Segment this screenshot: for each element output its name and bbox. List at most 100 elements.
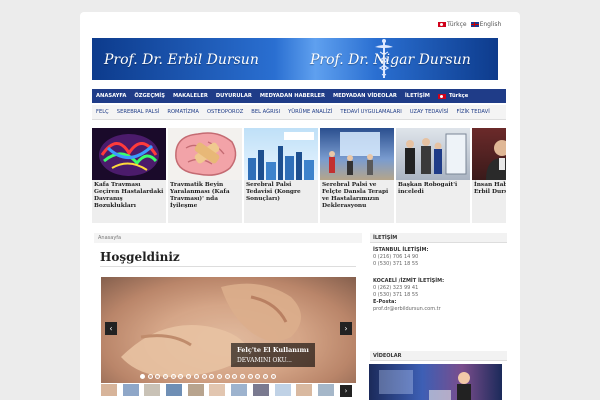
nav-item-home[interactable]: ANASAYFA	[92, 93, 130, 99]
image-slider[interactable]: ‹ › Felç'te El Kullanımı DEVAMINI OKU...	[101, 277, 356, 383]
slider-dot[interactable]	[170, 374, 176, 379]
slider-dot[interactable]	[147, 374, 153, 379]
contact-body: İSTANBUL İLETİŞİM: 0 (216) 706 14 90 0 (…	[370, 243, 507, 317]
slider-dot[interactable]	[201, 374, 207, 379]
site-banner[interactable]: Prof. Dr. Erbil Dursun Prof. Dr. Nigar D…	[92, 38, 498, 80]
slider-thumbnail-strip	[101, 384, 356, 398]
slider-dot[interactable]	[193, 374, 199, 379]
slider-dot[interactable]	[239, 374, 245, 379]
slider-dot[interactable]	[140, 374, 145, 379]
nav-item-cv[interactable]: ÖZGEÇMİŞ	[130, 93, 169, 99]
featured-item[interactable]: Travmatik Beyin Yaralanması (Kafa Travma…	[168, 128, 242, 223]
slider-dot[interactable]	[209, 374, 215, 379]
slider-dot[interactable]	[216, 374, 222, 379]
featured-item[interactable]: Serebral Palsi ve Felçte Dansla Terapi v…	[320, 128, 394, 223]
email-label: E-Posta:	[373, 299, 397, 305]
nav-language-label: Türkçe	[448, 93, 469, 99]
nav-item-media-videos[interactable]: MEDYADAN VİDEOLAR	[329, 93, 401, 99]
subnav-item[interactable]: SEREBRAL PALSİ	[113, 109, 164, 115]
email-link[interactable]: prof.dr@erbildursun.com.tr	[373, 306, 504, 313]
phone-number[interactable]: 0 (530) 371 18 55	[373, 292, 504, 299]
featured-caption: Kafa Travması Geçiren Hastalardaki Davra…	[94, 182, 164, 209]
video-player[interactable]	[369, 364, 502, 400]
featured-caption: Serebral Palsi ve Felçte Dansla Terapi v…	[322, 182, 389, 209]
slider-dot[interactable]	[270, 374, 276, 379]
read-more-link[interactable]: DEVAMINI OKU...	[237, 357, 309, 364]
slider-dots	[140, 374, 276, 379]
uk-flag-icon	[470, 22, 479, 27]
featured-item[interactable]: Başkan Robogait'i inceledi	[396, 128, 470, 223]
chevron-left-icon[interactable]: ‹	[105, 322, 117, 335]
language-switcher: Türkçe English	[438, 21, 501, 28]
slider-dot[interactable]	[186, 374, 192, 379]
featured-caption: İnsan Haber'de Dr. Erbil Dursun Söyleşi	[474, 182, 506, 195]
slider-dot[interactable]	[163, 374, 169, 379]
dance-therapy-image	[320, 128, 394, 180]
slider-dot[interactable]	[224, 374, 230, 379]
slider-dot[interactable]	[155, 374, 161, 379]
slide-thumbnail[interactable]	[101, 384, 117, 396]
chevron-right-icon[interactable]: ›	[340, 322, 352, 335]
nav-item-media-news[interactable]: MEDYADAN HABERLER	[256, 93, 329, 99]
slide-caption[interactable]: Felç'te El Kullanımı DEVAMINI OKU...	[231, 343, 315, 367]
sub-nav: FELÇ SEREBRAL PALSİ ROMATİZMA OSTEOPOROZ…	[92, 105, 506, 120]
featured-caption: Serebral Palsi Tedavisi (Kongre Sonuçlar…	[246, 182, 301, 202]
slide-thumbnail[interactable]	[274, 384, 291, 396]
featured-item[interactable]: İnsan Haber'de Dr. Erbil Dursun Söyleşi	[472, 128, 506, 223]
phone-number[interactable]: 0 (216) 706 14 90	[373, 254, 504, 261]
featured-caption: Başkan Robogait'i inceledi	[398, 182, 458, 195]
chevron-right-icon[interactable]: ›	[340, 385, 352, 397]
subnav-item[interactable]: TEDAVİ UYGULAMALARI	[336, 109, 405, 115]
page-title: Hoşgeldiniz	[100, 250, 180, 264]
slide-thumbnail[interactable]	[231, 384, 248, 396]
videos-widget: VİDEOLAR	[370, 351, 507, 363]
slide-thumbnail[interactable]	[296, 384, 313, 396]
slide-thumbnail[interactable]	[144, 384, 161, 396]
slider-dot[interactable]	[178, 374, 184, 379]
subnav-item[interactable]: ROMATİZMA	[163, 109, 203, 115]
featured-item[interactable]: Serebral Palsi Tedavisi (Kongre Sonuçlar…	[244, 128, 318, 223]
istanbul-label: İSTANBUL İLETİŞİM:	[373, 247, 429, 253]
breadcrumb[interactable]: Anasayfa	[94, 233, 362, 243]
nav-item-language[interactable]: Türkçe	[434, 93, 472, 99]
videos-heading: VİDEOLAR	[370, 351, 507, 361]
video-thumbnail-image	[379, 370, 471, 400]
contact-widget: İLETİŞİM İSTANBUL İLETİŞİM: 0 (216) 706 …	[370, 233, 507, 341]
subnav-item[interactable]: OSTEOPOROZ	[203, 109, 247, 115]
congress-city-image	[244, 128, 318, 180]
bandaged-brain-image	[168, 128, 242, 180]
lang-english[interactable]: English	[470, 21, 501, 28]
title-divider	[100, 266, 356, 267]
slide-thumbnail[interactable]	[209, 384, 226, 396]
subnav-item[interactable]: BEL AĞRISI	[247, 109, 284, 115]
slide-thumbnail[interactable]	[252, 384, 269, 396]
featured-item[interactable]: Kafa Travması Geçiren Hastalardaki Davra…	[92, 128, 166, 223]
kocaeli-label: KOCAELİ /İZMİT İLETİŞİM:	[373, 278, 445, 284]
slider-dot[interactable]	[232, 374, 238, 379]
slider-dot[interactable]	[255, 374, 261, 379]
slide-thumbnail[interactable]	[122, 384, 139, 396]
nav-item-contact[interactable]: İLETİŞİM	[401, 93, 434, 99]
brain-fiber-image	[92, 128, 166, 180]
breadcrumb-home[interactable]: Anasayfa	[98, 235, 121, 241]
slider-dot[interactable]	[247, 374, 253, 379]
slide-thumbnail[interactable]	[317, 384, 334, 396]
subnav-item[interactable]: FİZİK TEDAVİ	[452, 109, 493, 115]
lang-turkish[interactable]: Türkçe	[438, 21, 467, 28]
subnav-item[interactable]: UZAY TEDAVİSİ	[406, 109, 453, 115]
slide-thumbnail[interactable]	[187, 384, 204, 396]
contact-heading: İLETİŞİM	[370, 233, 507, 243]
nav-item-articles[interactable]: MAKALELER	[169, 93, 212, 99]
phone-number[interactable]: 0 (262) 323 99 41	[373, 285, 504, 292]
slide-thumbnail[interactable]	[166, 384, 183, 396]
phone-number[interactable]: 0 (530) 371 18 55	[373, 261, 504, 268]
robogait-image	[396, 128, 470, 180]
banner-name-right: Prof. Dr. Nigar Dursun	[310, 52, 471, 68]
subnav-item[interactable]: FELÇ	[92, 109, 113, 115]
main-nav: ANASAYFA ÖZGEÇMİŞ MAKALELER DUYURULAR ME…	[92, 89, 506, 103]
hands-slide-image	[101, 277, 356, 383]
nav-item-announcements[interactable]: DUYURULAR	[212, 93, 256, 99]
slider-dot[interactable]	[263, 374, 268, 379]
turkey-flag-icon	[438, 22, 446, 27]
subnav-item[interactable]: YÜRÜME ANALİZİ	[284, 109, 336, 115]
